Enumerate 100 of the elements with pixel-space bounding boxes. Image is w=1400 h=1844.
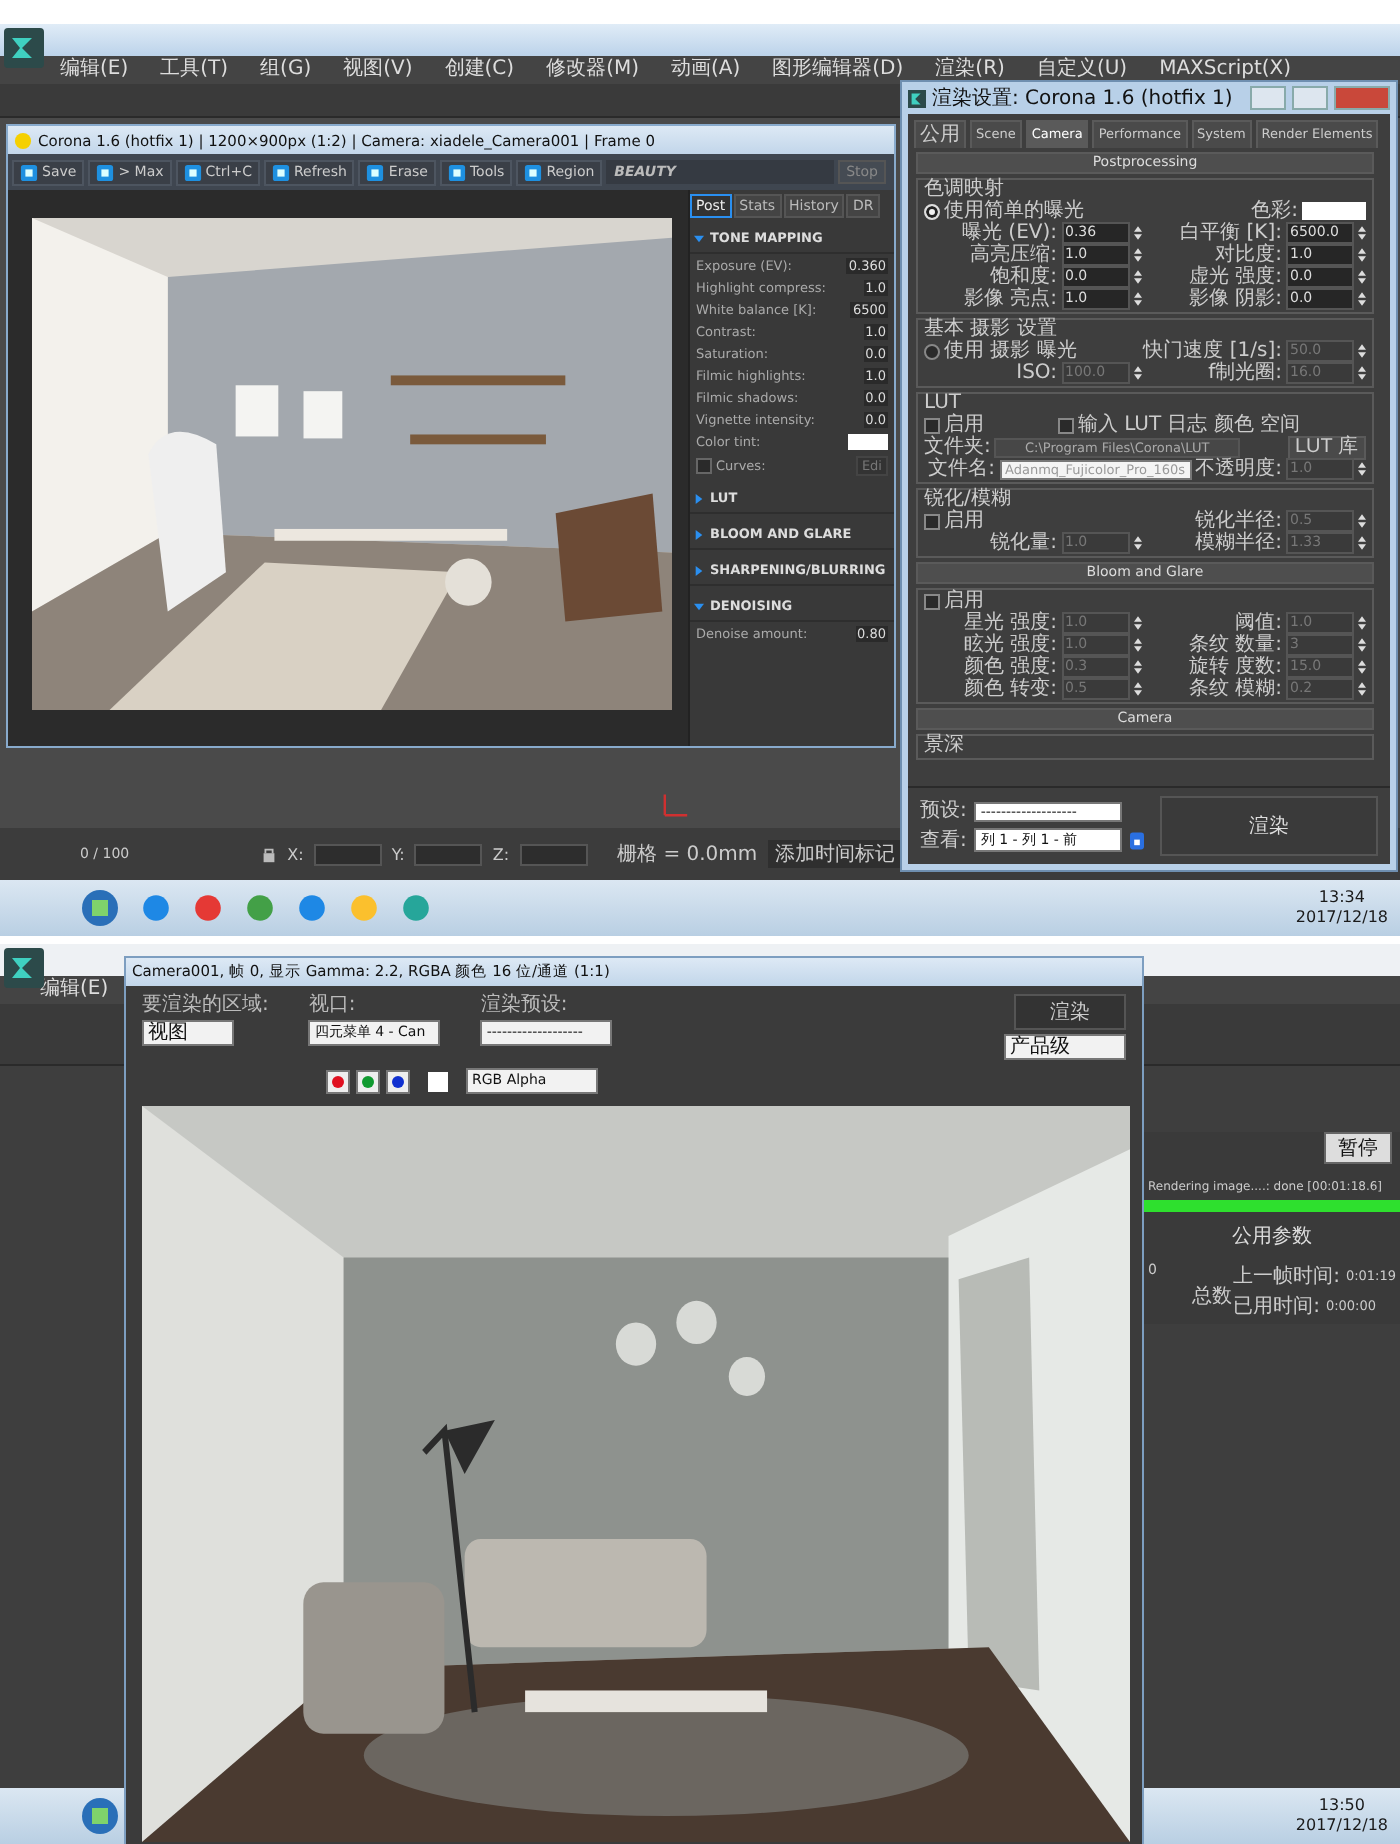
field-label: 高亮压缩: <box>970 244 1057 266</box>
stat-label: 上一帧时间: <box>1233 1263 1340 1290</box>
app-logo-icon[interactable] <box>4 26 44 70</box>
section-title: 公用参数 <box>1230 1223 1314 1252</box>
library-button[interactable]: LUT 库 <box>1287 435 1366 459</box>
menu-item[interactable]: MAXScript(X) <box>1159 58 1292 82</box>
checkbox[interactable] <box>696 457 712 473</box>
checkbox[interactable] <box>924 593 940 609</box>
grid-label: 栅格 = 0.0mm <box>617 841 758 868</box>
total-label: 总数 <box>1192 1283 1234 1310</box>
menu-item[interactable]: 组(G) <box>260 58 312 82</box>
app-logo-icon[interactable] <box>4 946 44 990</box>
spinner-arrows-icon[interactable] <box>1358 636 1366 654</box>
settings-tab[interactable]: 公用 <box>914 120 966 148</box>
field-label: 曝光 (EV): <box>961 222 1057 244</box>
field-label: 眩光 强度: <box>963 634 1057 656</box>
field-label: 虚光 强度: <box>1188 266 1282 288</box>
checkbox[interactable] <box>924 513 940 529</box>
field-label: 白平衡 [K]: <box>1180 222 1282 244</box>
spinner-arrows-icon[interactable] <box>1133 246 1141 264</box>
spinner-arrows-icon[interactable] <box>1358 290 1366 308</box>
color-swatch[interactable] <box>428 1071 448 1091</box>
spinner-arrows-icon[interactable] <box>1358 658 1366 676</box>
spinner-arrows-icon[interactable] <box>1358 342 1366 360</box>
spinner-arrows-icon[interactable] <box>1358 460 1366 478</box>
spinner-arrows-icon[interactable] <box>1133 534 1141 552</box>
start-orb-icon[interactable] <box>80 888 120 928</box>
square-icon <box>183 163 202 181</box>
coordinate-field[interactable] <box>414 843 483 865</box>
spinner-arrows-icon[interactable] <box>1133 268 1141 286</box>
spinner-arrows-icon[interactable] <box>1358 512 1366 530</box>
spinner-arrows-icon[interactable] <box>1358 534 1366 552</box>
spinner-arrows-icon[interactable] <box>1133 636 1141 654</box>
group-title: 景深 <box>924 736 966 756</box>
clock-time: 13:34 <box>1318 888 1365 908</box>
menu-item[interactable]: 渲染(R) <box>935 58 1005 82</box>
field-label: 要渲染的区域: <box>142 994 269 1016</box>
start-orb-icon[interactable] <box>80 1796 120 1836</box>
square-icon <box>366 163 385 181</box>
lock-icon[interactable] <box>259 845 278 863</box>
menu-item[interactable]: 修改器(M) <box>546 58 639 82</box>
menu-item[interactable]: 动画(A) <box>671 58 741 82</box>
menu-item[interactable]: 自定义(U) <box>1036 58 1128 82</box>
pause-button[interactable]: 暂停 <box>1324 1132 1392 1164</box>
radio-label: 使用简单的曝光 <box>944 200 1084 222</box>
app-icon[interactable] <box>296 892 328 924</box>
checkbox[interactable] <box>924 417 940 433</box>
color-swatch[interactable] <box>848 433 888 449</box>
time-tag-button[interactable]: 添加时间标记 <box>767 840 904 868</box>
spinner-arrows-icon[interactable] <box>1358 246 1366 264</box>
field-label: 影像 阴影: <box>1188 288 1282 310</box>
field-label: ISO: <box>1016 362 1057 384</box>
coordinate-field[interactable] <box>519 843 588 865</box>
spinner-arrows-icon[interactable] <box>1358 224 1366 242</box>
spinner-arrows-icon[interactable] <box>1358 680 1366 698</box>
radio-label: 使用 摄影 曝光 <box>944 340 1077 362</box>
checkbox[interactable] <box>1057 417 1074 433</box>
spinner-arrows-icon[interactable] <box>1358 364 1366 382</box>
clock-date: 2017/12/18 <box>1295 908 1388 928</box>
menu-item[interactable]: 编辑(E) <box>60 58 129 82</box>
channel-toggle[interactable] <box>386 1069 410 1093</box>
coordinate-label: Z: <box>492 845 510 863</box>
menu-item[interactable]: 工具(T) <box>160 58 229 82</box>
menu-item[interactable]: 图形编辑器(D) <box>772 58 904 82</box>
field-label: 颜色 强度: <box>963 656 1057 678</box>
field-label: 视口: <box>308 994 358 1016</box>
channel-toggle[interactable] <box>356 1069 380 1093</box>
field-label: 文件夹: <box>924 436 991 458</box>
color-swatch[interactable] <box>1302 202 1366 220</box>
field-label: 锐化半径: <box>1195 510 1282 532</box>
field-label: 星光 强度: <box>963 612 1057 634</box>
square-icon <box>447 163 466 181</box>
channel-toggle[interactable] <box>326 1069 350 1093</box>
checkbox-label: 输入 LUT 日志 颜色 空间 <box>1077 414 1301 436</box>
radio-button[interactable] <box>924 343 940 359</box>
spinner-arrows-icon[interactable] <box>1133 658 1141 676</box>
menu-item[interactable]: 视图(V) <box>343 58 413 82</box>
quality-dropdown[interactable]: 产品级 <box>1004 1034 1126 1060</box>
menu-item[interactable]: 创建(C) <box>444 58 515 82</box>
lock-icon[interactable] <box>1130 831 1145 849</box>
field-label: 条纹 模糊: <box>1188 678 1282 700</box>
spinner-arrows-icon[interactable] <box>1133 224 1141 242</box>
window-title: 渲染设置: Corona 1.6 (hotfix 1) <box>932 85 1235 112</box>
group-title: 色调映射 <box>924 180 1004 200</box>
app-icon[interactable] <box>192 892 224 924</box>
app-icon[interactable] <box>140 892 172 924</box>
spinner-arrows-icon[interactable] <box>1133 680 1141 698</box>
spinner-arrows-icon[interactable] <box>1133 614 1141 632</box>
spinner-arrows-icon[interactable] <box>1133 364 1141 382</box>
render-button[interactable]: 渲染 <box>1160 796 1378 856</box>
clock-date: 2017/12/18 <box>1295 1816 1388 1836</box>
square-icon <box>20 163 38 181</box>
spinner-arrows-icon[interactable] <box>1358 268 1366 286</box>
render-button[interactable]: 渲染 <box>1014 994 1126 1030</box>
square-icon <box>524 163 543 181</box>
spinner-arrows-icon[interactable] <box>1133 290 1141 308</box>
area-dropdown[interactable]: 视图 <box>142 1020 234 1046</box>
spinner-arrows-icon[interactable] <box>1358 614 1366 632</box>
coordinate-field[interactable] <box>313 843 382 865</box>
checkbox-label: 启用 <box>944 510 984 532</box>
